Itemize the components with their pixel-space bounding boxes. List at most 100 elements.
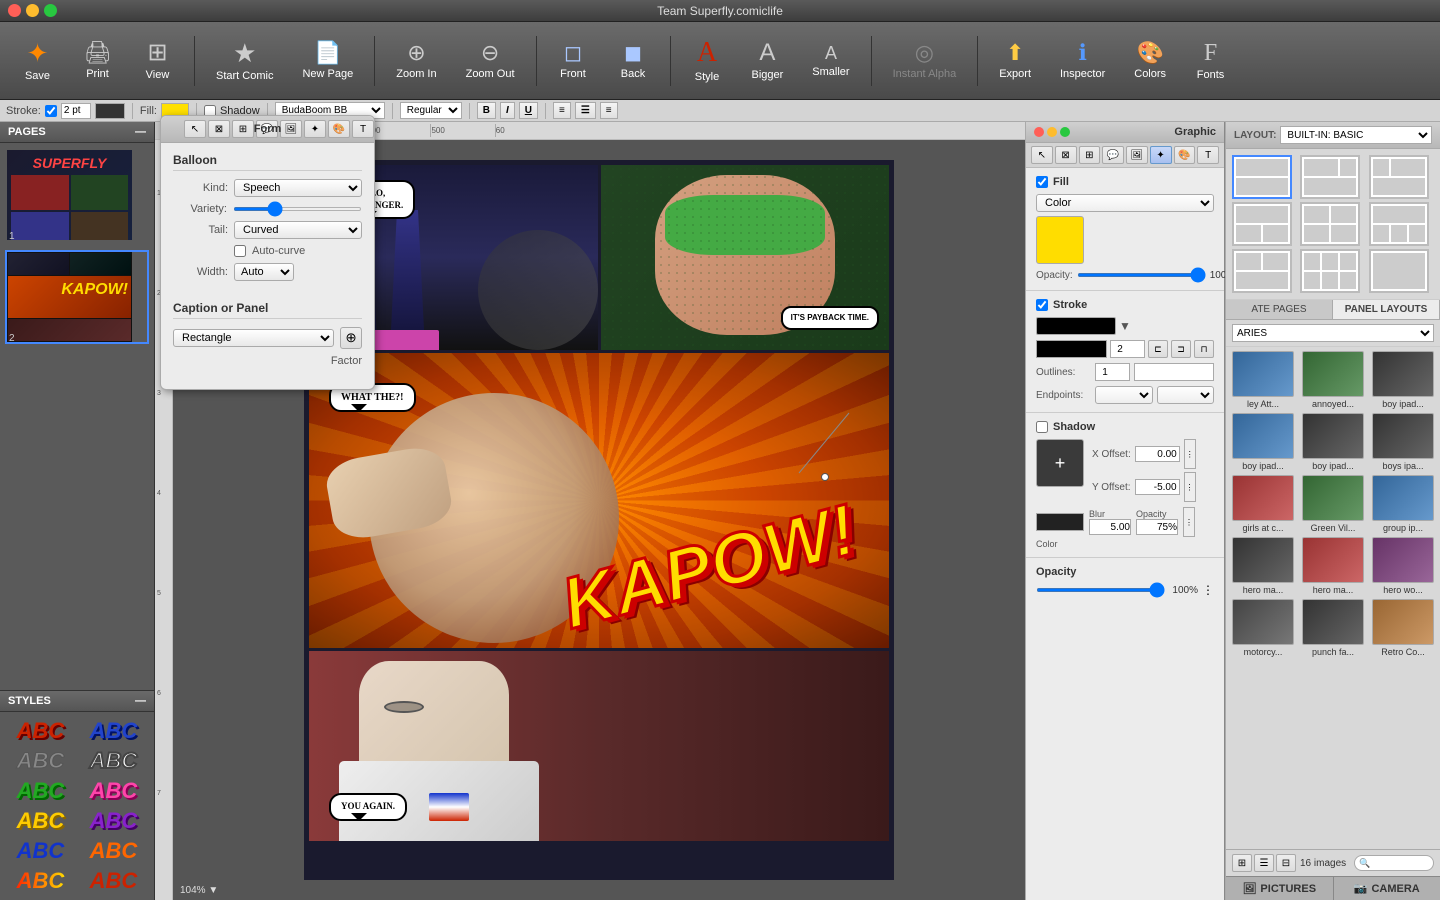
list-view-button[interactable]: ☰ xyxy=(1254,854,1274,872)
style-item-12[interactable]: ABC xyxy=(79,868,148,894)
image-item-11[interactable]: hero ma... xyxy=(1300,537,1366,595)
colors-button[interactable]: 🎨 Colors xyxy=(1122,36,1178,86)
style-item-5[interactable]: ABC xyxy=(6,778,75,804)
graphic-close-btn[interactable] xyxy=(1034,127,1044,137)
stroke-width-input[interactable] xyxy=(61,103,91,119)
image-item-7[interactable]: girls at c... xyxy=(1230,475,1296,533)
stroke-checkbox[interactable] xyxy=(1036,299,1048,311)
tab-panel-layouts[interactable]: PANEL LAYOUTS xyxy=(1333,300,1440,319)
layout-thumb-7[interactable] xyxy=(1232,249,1292,293)
style-button[interactable]: A Style xyxy=(680,33,735,89)
instant-alpha-button[interactable]: ◎ Instant Alpha xyxy=(881,36,969,86)
layout-thumb-4[interactable] xyxy=(1232,202,1292,246)
graphic-tool-2[interactable]: ⊠ xyxy=(1055,146,1077,164)
smaller-button[interactable]: A Smaller xyxy=(800,38,861,84)
layout-thumb-9[interactable] xyxy=(1369,249,1429,293)
form-filter-tool[interactable]: ✦ xyxy=(304,120,326,138)
selection-handle[interactable] xyxy=(821,473,829,481)
fill-type-select[interactable]: Color Gradient Image None xyxy=(1036,194,1214,212)
shadow-opacity-input[interactable] xyxy=(1136,519,1178,535)
stroke-checkbox[interactable] xyxy=(45,105,57,117)
form-color-tool[interactable]: 🎨 xyxy=(328,120,350,138)
outlines-input[interactable] xyxy=(1095,363,1130,381)
layout-thumb-1[interactable] xyxy=(1232,155,1292,199)
y-offset-stepper[interactable]: ⋮ xyxy=(1184,472,1196,502)
comic-panel-3[interactable]: YOU AGAIN. xyxy=(309,651,889,841)
fill-color-swatch[interactable] xyxy=(1036,216,1084,264)
form-photo-tool[interactable]: 🖼 xyxy=(280,120,302,138)
shadow-checkbox[interactable] xyxy=(1036,421,1048,433)
form-text-tool[interactable]: T xyxy=(352,120,374,138)
zoom-in-button[interactable]: ⊕ Zoom In xyxy=(384,36,448,86)
endpoints-end-select[interactable] xyxy=(1157,386,1215,404)
form-select-tool[interactable]: ↖ xyxy=(184,120,206,138)
image-item-2[interactable]: annoyed... xyxy=(1300,351,1366,409)
fill-checkbox[interactable] xyxy=(1036,176,1048,188)
start-comic-button[interactable]: ★ Start Comic xyxy=(204,34,285,88)
caption-type-select[interactable]: Rectangle Circle Triangle xyxy=(173,329,334,347)
graphic-tool-1[interactable]: ↖ xyxy=(1031,146,1053,164)
view-button[interactable]: ⊞ View xyxy=(130,35,185,87)
page-thumb-1[interactable]: SUPERFLY 1 xyxy=(5,148,149,242)
x-offset-stepper[interactable]: ⋮ xyxy=(1184,439,1196,469)
layout-thumb-5[interactable] xyxy=(1300,202,1360,246)
style-item-2[interactable]: ABC xyxy=(79,718,148,744)
print-button[interactable]: 🖨 Print xyxy=(70,36,125,86)
camera-tab[interactable]: 📷 CAMERA xyxy=(1334,877,1440,900)
maximize-button[interactable] xyxy=(44,4,57,17)
image-item-8[interactable]: Green Vil... xyxy=(1300,475,1366,533)
stroke-color-swatch[interactable] xyxy=(95,103,125,119)
comic-panel-1b[interactable]: IT'S PAYBACK TIME. xyxy=(601,165,890,350)
stroke-align-outside[interactable]: ⊓ xyxy=(1194,340,1214,358)
style-item-4[interactable]: ABC xyxy=(79,748,148,774)
image-item-13[interactable]: motorcy... xyxy=(1230,599,1296,657)
style-item-10[interactable]: ABC xyxy=(79,838,148,864)
align-left-button[interactable]: ≡ xyxy=(553,102,571,119)
zoom-menu-button[interactable]: ▼ xyxy=(208,885,218,896)
image-item-3[interactable]: boy ipad... xyxy=(1370,351,1436,409)
underline-button[interactable]: U xyxy=(519,102,538,119)
image-search-input[interactable] xyxy=(1354,855,1434,871)
image-item-6[interactable]: boys ipa... xyxy=(1370,413,1436,471)
styles-collapse-icon[interactable]: — xyxy=(135,695,146,707)
image-item-15[interactable]: Retro Co... xyxy=(1370,599,1436,657)
style-item-9[interactable]: ABC xyxy=(6,838,75,864)
close-button[interactable] xyxy=(8,4,21,17)
autocurve-checkbox[interactable] xyxy=(234,245,246,257)
image-item-1[interactable]: ley Att... xyxy=(1230,351,1296,409)
export-button[interactable]: ⬆ Export xyxy=(987,36,1043,86)
stroke-dropdown-arrow[interactable]: ▼ xyxy=(1119,319,1131,333)
image-item-10[interactable]: hero ma... xyxy=(1230,537,1296,595)
align-right-button[interactable]: ≡ xyxy=(600,102,618,119)
style-item-8[interactable]: ABC xyxy=(79,808,148,834)
image-item-12[interactable]: hero wo... xyxy=(1370,537,1436,595)
graphic-min-btn[interactable] xyxy=(1047,127,1057,137)
graphic-tool-7[interactable]: 🎨 xyxy=(1174,146,1196,164)
graphic-tool-8[interactable]: T xyxy=(1197,146,1219,164)
fill-opacity-slider[interactable] xyxy=(1077,273,1206,277)
graphic-tool-4[interactable]: 💬 xyxy=(1102,146,1124,164)
style-item-3[interactable]: ABC xyxy=(6,748,75,774)
image-item-14[interactable]: punch fa... xyxy=(1300,599,1366,657)
fonts-button[interactable]: F Fonts xyxy=(1183,35,1238,87)
inspector-button[interactable]: ℹ Inspector xyxy=(1048,36,1117,86)
align-center-button[interactable]: ☰ xyxy=(575,102,596,119)
style-item-1[interactable]: ABC xyxy=(6,718,75,744)
form-panel-tool[interactable]: ⊞ xyxy=(232,120,254,138)
zoom-out-button[interactable]: ⊖ Zoom Out xyxy=(454,36,527,86)
categories-select[interactable]: ARIES TAURUS GEMINI ALL xyxy=(1232,324,1434,342)
stroke-color-display[interactable] xyxy=(1036,340,1107,358)
outlines-color[interactable] xyxy=(1134,363,1214,381)
italic-button[interactable]: I xyxy=(500,102,515,119)
page-thumb-2[interactable]: KAPOW! 2 xyxy=(5,250,149,344)
variety-slider[interactable] xyxy=(233,207,362,211)
new-page-button[interactable]: 📄 New Page xyxy=(290,36,365,86)
pages-collapse-icon[interactable]: — xyxy=(135,126,146,138)
blur-input[interactable] xyxy=(1089,519,1131,535)
endpoints-start-select[interactable] xyxy=(1095,386,1153,404)
front-button[interactable]: ◻ Front xyxy=(546,36,601,86)
stroke-align-center[interactable]: ⊐ xyxy=(1171,340,1191,358)
y-offset-input[interactable] xyxy=(1135,479,1180,495)
layout-thumb-3[interactable] xyxy=(1369,155,1429,199)
minimize-button[interactable] xyxy=(26,4,39,17)
